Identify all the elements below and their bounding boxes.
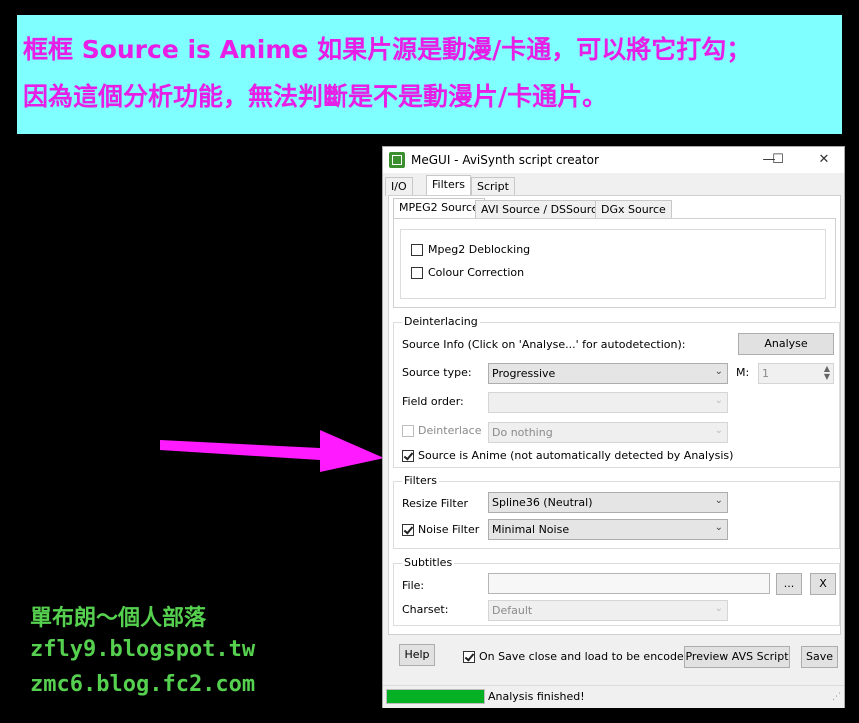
tab-mpeg2-source[interactable]: MPEG2 Source	[393, 198, 485, 219]
banner-line-1: 框框 Source is Anime 如果片源是動漫/卡通，可以將它打勾；	[23, 35, 752, 64]
m-stepper[interactable]: 1 ▲ ▼	[758, 363, 834, 384]
window-title: MeGUI - AviSynth script creator	[411, 153, 599, 167]
save-close-label: On Save close and load to be encoded	[479, 650, 691, 663]
deinterlacing-legend: Deinterlacing	[402, 315, 480, 328]
colour-correction-checkbox[interactable]	[411, 267, 423, 279]
progress-bar	[386, 689, 485, 704]
source-is-anime-checkbox[interactable]	[402, 450, 414, 462]
stepper-arrows-icon[interactable]: ▲ ▼	[824, 365, 830, 381]
m-label: M:	[736, 366, 750, 379]
resize-filter-value: Spline36 (Neutral)	[492, 496, 593, 509]
save-button[interactable]: Save	[801, 646, 838, 668]
resize-filter-dropdown[interactable]: Spline36 (Neutral) ⌄	[488, 492, 728, 513]
deinterlace-value: Do nothing	[492, 426, 553, 439]
save-close-checkbox[interactable]	[463, 651, 475, 663]
close-button[interactable]: ✕	[809, 147, 839, 173]
noise-filter-checkbox[interactable]	[402, 524, 414, 536]
preview-avs-script-button[interactable]: Preview AVS Script	[684, 646, 790, 668]
subtitle-file-label: File:	[402, 579, 425, 592]
status-text: Analysis finished!	[488, 690, 585, 703]
deinterlace-checkbox[interactable]	[402, 425, 414, 437]
filters-legend: Filters	[402, 474, 439, 487]
browse-subtitle-button[interactable]: ...	[776, 573, 802, 595]
tab-io[interactable]: I/O	[385, 177, 413, 196]
avisynth-script-creator-window: MeGUI - AviSynth script creator — ☐ ✕ I/…	[382, 146, 845, 708]
subtitles-legend: Subtitles	[402, 556, 455, 569]
deinterlace-label: Deinterlace	[418, 424, 482, 437]
tab-script[interactable]: Script	[471, 177, 515, 196]
blog-url-2: zmc6.blog.fc2.com	[30, 672, 256, 697]
noise-filter-label: Noise Filter	[418, 523, 480, 536]
noise-filter-value: Minimal Noise	[492, 523, 570, 536]
source-is-anime-label: Source is Anime (not automatically detec…	[418, 449, 734, 462]
deinterlace-dropdown[interactable]: Do nothing ⌄	[488, 422, 728, 443]
resize-grip-icon[interactable]: ⋰	[832, 692, 841, 702]
chevron-down-icon: ⌄	[714, 366, 723, 377]
source-info-label: Source Info (Click on 'Analyse...' for a…	[402, 338, 686, 351]
filters-group: Filters Resize Filter Spline36 (Neutral)…	[393, 474, 840, 549]
chevron-down-icon: ⌄	[714, 603, 723, 614]
chevron-down-icon: ⌄	[714, 495, 723, 506]
pointer-arrow-icon	[160, 430, 384, 472]
analyse-button[interactable]: Analyse	[738, 333, 834, 355]
help-button[interactable]: Help	[399, 644, 435, 666]
mpeg2-options-group: Mpeg2 Deblocking Colour Correction	[400, 229, 826, 299]
tab-dgx-source[interactable]: DGx Source	[595, 200, 672, 219]
megui-app-icon	[389, 152, 405, 168]
subtitles-group: Subtitles File: ... X Charset: Default ⌄	[393, 556, 840, 626]
source-type-value: Progressive	[492, 367, 556, 380]
blog-name: 單布朗～個人部落	[30, 606, 207, 631]
maximize-button[interactable]: ☐	[763, 147, 793, 173]
tab-avi-source[interactable]: AVI Source / DSSource	[475, 200, 610, 219]
noise-filter-dropdown[interactable]: Minimal Noise ⌄	[488, 519, 728, 540]
chevron-down-icon: ⌄	[714, 395, 723, 406]
progress-fill	[387, 690, 484, 703]
chevron-down-icon: ⌄	[714, 425, 723, 436]
field-order-dropdown[interactable]: ⌄	[488, 392, 728, 413]
mpeg2-deblocking-checkbox[interactable]	[411, 244, 423, 256]
status-bar: Analysis finished! ⋰	[383, 685, 844, 708]
source-type-dropdown[interactable]: Progressive ⌄	[488, 363, 728, 384]
filters-tab-panel: MPEG2 Source AVI Source / DSSource DGx S…	[388, 195, 841, 635]
field-order-label: Field order:	[402, 395, 464, 408]
mpeg2-deblocking-label: Mpeg2 Deblocking	[428, 243, 531, 256]
charset-value: Default	[492, 604, 533, 617]
title-bar: MeGUI - AviSynth script creator — ☐ ✕	[383, 147, 844, 173]
clear-subtitle-button[interactable]: X	[810, 573, 836, 595]
resize-filter-label: Resize Filter	[402, 497, 468, 510]
charset-label: Charset:	[402, 603, 449, 616]
mpeg2-source-panel: Mpeg2 Deblocking Colour Correction	[393, 218, 836, 308]
annotation-banner: 框框 Source is Anime 如果片源是動漫/卡通，可以將它打勾； 因為…	[17, 15, 842, 134]
m-value: 1	[762, 367, 769, 380]
banner-line-2: 因為這個分析功能，無法判斷是不是動漫片/卡通片。	[23, 82, 608, 111]
chevron-down-icon: ⌄	[714, 522, 723, 533]
subtitle-file-input[interactable]	[488, 573, 770, 594]
tab-filters[interactable]: Filters	[426, 175, 471, 196]
deinterlacing-group: Deinterlacing Source Info (Click on 'Ana…	[393, 315, 840, 468]
blog-url-1: zfly9.blogspot.tw	[30, 637, 256, 662]
source-type-label: Source type:	[402, 366, 472, 379]
colour-correction-label: Colour Correction	[428, 266, 525, 279]
charset-dropdown[interactable]: Default ⌄	[488, 600, 728, 621]
